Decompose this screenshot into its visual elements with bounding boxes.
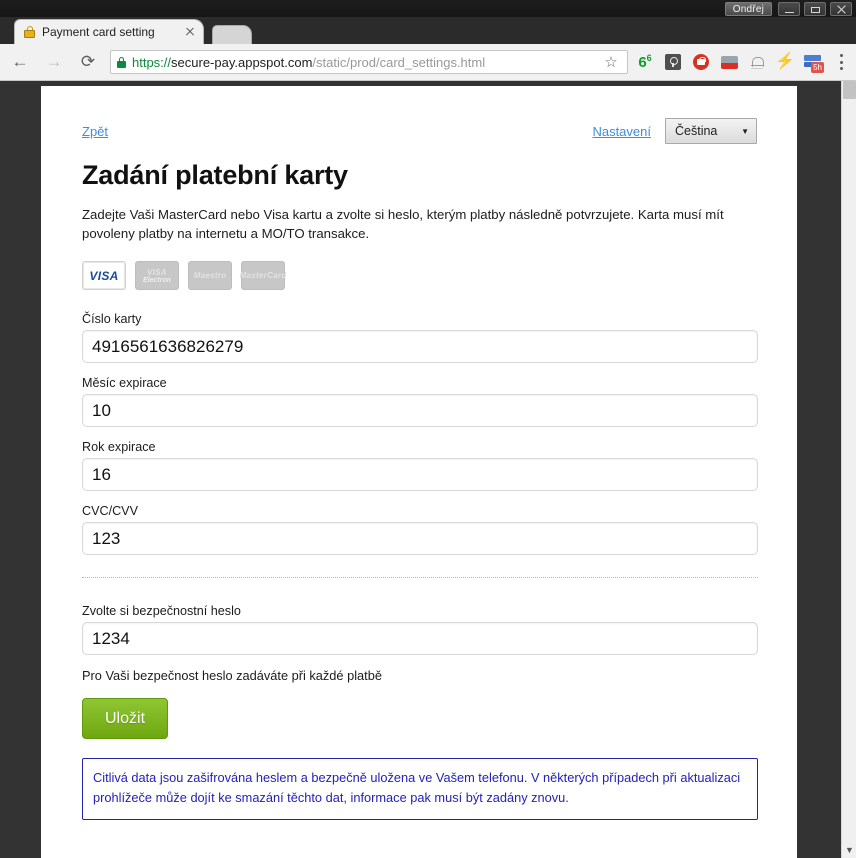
chevron-down-icon: ▼	[741, 126, 749, 136]
web-page: Zpět Nastavení Čeština ▼ Zadání platební…	[41, 86, 797, 858]
accepted-cards: VISA VISA Electron Maestro MasterCard	[82, 261, 757, 290]
padlock-icon	[24, 26, 35, 38]
language-select[interactable]: Čeština ▼	[665, 118, 757, 144]
secure-lock-icon	[117, 56, 126, 68]
reload-button[interactable]: ⟳	[74, 48, 102, 76]
section-divider	[82, 577, 758, 578]
browser-menu-button[interactable]	[828, 49, 854, 75]
mastercard-logo: MasterCard	[239, 261, 287, 290]
maestro-logo: Maestro	[188, 261, 232, 290]
scrollbar-down-arrow[interactable]: ▼	[842, 842, 856, 858]
window-titlebar: Ondřej	[0, 0, 856, 17]
flag-badge: 5h	[811, 61, 824, 73]
expiry-month-input[interactable]: 10	[82, 394, 758, 427]
security-password-label: Zvolte si bezpečnostní heslo	[82, 604, 241, 618]
bolt-icon[interactable]: ⚡	[772, 49, 798, 75]
count-badge-sup: 6	[646, 53, 652, 63]
visa-electron-logo-line1: VISA	[147, 267, 167, 277]
back-link[interactable]: Zpět	[82, 124, 108, 139]
back-button[interactable]: ←	[6, 48, 34, 76]
red-lock-icon[interactable]	[688, 49, 714, 75]
page-scrollbar[interactable]: ▼	[841, 81, 856, 858]
window-controls	[778, 2, 852, 16]
visa-logo: VISA	[82, 261, 126, 290]
bulb-icon[interactable]	[660, 49, 686, 75]
url-scheme: https://	[132, 54, 172, 70]
mastercard-logo-label: MasterCard	[239, 271, 287, 280]
extension-bar: 66 ⚡ 5h	[632, 49, 856, 75]
security-password-hint: Pro Vaši bezpečnost heslo zadáváte při k…	[82, 668, 382, 683]
page-title: Zadání platební karty	[82, 160, 348, 190]
browser-toolbar: ← → ⟳ https://secure-pay.appspot.com/sta…	[0, 44, 856, 81]
url-text: https://secure-pay.appspot.com/static/pr…	[132, 55, 601, 70]
scrollbar-thumb[interactable]	[843, 81, 856, 99]
browser-tab[interactable]: Payment card setting	[14, 19, 204, 44]
flag-icon[interactable]: 5h	[800, 49, 826, 75]
card-number-label: Číslo karty	[82, 312, 142, 326]
maestro-logo-label: Maestro	[193, 271, 227, 280]
visa-logo-label: VISA	[89, 268, 119, 283]
page-intro: Zadejte Vaši MasterCard nebo Visa kartu …	[82, 207, 724, 241]
url-path: /static/prod/card_settings.html	[312, 54, 486, 70]
count-badge-icon[interactable]: 66	[632, 49, 658, 75]
window-minimize-button[interactable]	[778, 2, 800, 16]
count-badge-value: 6	[638, 54, 647, 71]
new-tab-button[interactable]	[212, 25, 252, 44]
settings-link[interactable]: Nastavení	[592, 124, 651, 139]
forward-button[interactable]: →	[40, 48, 68, 76]
url-host: secure-pay.appspot.com	[171, 54, 313, 70]
window-close-button[interactable]	[830, 2, 852, 16]
card-icon[interactable]	[716, 49, 742, 75]
security-password-input[interactable]: 1234	[82, 622, 758, 655]
language-select-value: Čeština	[675, 124, 718, 138]
save-button[interactable]: Uložit	[82, 698, 169, 739]
visa-electron-logo-line2: Electron	[142, 276, 171, 284]
tab-close-icon[interactable]	[183, 25, 197, 39]
address-bar[interactable]: https://secure-pay.appspot.com/static/pr…	[110, 50, 628, 74]
expiry-year-label: Rok expirace	[82, 440, 156, 454]
bell-icon[interactable]	[744, 49, 770, 75]
window-maximize-button[interactable]	[804, 2, 826, 16]
browser-window: Ondřej Payment card setting ← → ⟳ https:…	[0, 0, 856, 858]
info-notice: Citlivá data jsou zašifrována heslem a b…	[82, 758, 758, 820]
page-toprow: Zpět Nastavení Čeština ▼	[82, 116, 757, 146]
expiry-year-input[interactable]: 16	[82, 458, 758, 491]
cvc-input[interactable]: 123	[82, 522, 758, 555]
visa-electron-logo: VISA Electron	[135, 261, 179, 290]
cvc-label: CVC/CVV	[82, 504, 138, 518]
page-viewport: Zpět Nastavení Čeština ▼ Zadání platební…	[0, 81, 856, 858]
window-user-button[interactable]: Ondřej	[724, 2, 772, 16]
tab-title: Payment card setting	[42, 25, 155, 39]
kebab-menu-icon	[839, 54, 843, 70]
expiry-month-label: Měsíc expirace	[82, 376, 167, 390]
tab-strip: Payment card setting	[0, 17, 856, 44]
card-number-input[interactable]: 4916561636826279	[82, 330, 758, 363]
bookmark-star-icon[interactable]: ☆	[601, 53, 621, 71]
